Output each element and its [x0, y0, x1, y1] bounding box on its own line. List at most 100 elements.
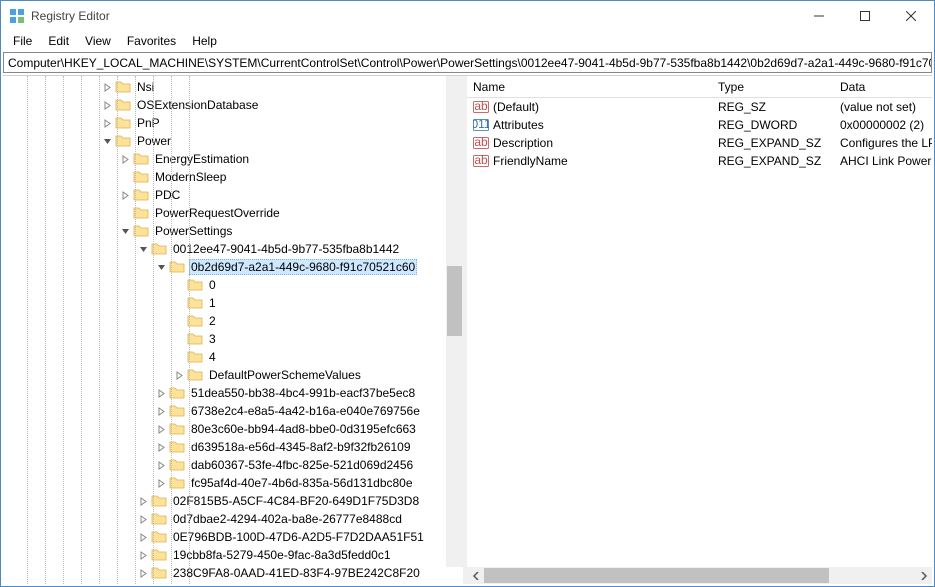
- tree-label: EnergyEstimation: [153, 152, 251, 166]
- tree-label: 6738e2c4-e8a5-4a42-b16a-e040e769756e: [189, 404, 422, 418]
- chevron-right-icon[interactable]: [117, 191, 133, 200]
- chevron-right-icon[interactable]: [135, 515, 151, 524]
- tree-row[interactable]: fc95af4d-40e7-4b6d-835a-56d131dbc80e: [3, 474, 463, 492]
- values-hscroll[interactable]: [467, 567, 932, 584]
- chevron-right-icon[interactable]: [117, 155, 133, 164]
- maximize-button[interactable]: [842, 1, 888, 31]
- tree-row[interactable]: 0: [3, 276, 463, 294]
- chevron-right-icon[interactable]: [153, 389, 169, 398]
- chevron-right-icon[interactable]: [153, 443, 169, 452]
- value-type: REG_DWORD: [712, 118, 834, 132]
- chevron-down-icon[interactable]: [153, 263, 169, 272]
- tree-row[interactable]: 3: [3, 330, 463, 348]
- tree-row[interactable]: dab60367-53fe-4fbc-825e-521d069d2456: [3, 456, 463, 474]
- chevron-down-icon[interactable]: [99, 137, 115, 146]
- tree-label: PowerSettings: [153, 224, 234, 238]
- chevron-right-icon[interactable]: [99, 83, 115, 92]
- chevron-right-icon[interactable]: [99, 119, 115, 128]
- tree-scrollbar[interactable]: [446, 76, 463, 567]
- value-row[interactable]: abDescriptionREG_EXPAND_SZConfigures the…: [467, 134, 932, 152]
- svg-text:ab: ab: [474, 136, 488, 149]
- tree-row[interactable]: 2: [3, 312, 463, 330]
- tree-label: dab60367-53fe-4fbc-825e-521d069d2456: [189, 458, 415, 472]
- chevron-right-icon[interactable]: [153, 479, 169, 488]
- menu-bar: File Edit View Favorites Help: [1, 31, 934, 51]
- tree-row[interactable]: 4: [3, 348, 463, 366]
- tree-label: 0E796BDB-100D-47D6-A2D5-F7D2DAA51F51: [171, 530, 426, 544]
- tree-row[interactable]: 51dea550-bb38-4bc4-991b-eacf37be5ec8: [3, 384, 463, 402]
- tree-row[interactable]: 80e3c60e-bb94-4ad8-bbe0-0d3195efc663: [3, 420, 463, 438]
- col-type[interactable]: Type: [712, 76, 834, 97]
- tree-row[interactable]: 238C9FA8-0AAD-41ED-83F4-97BE242C8F20: [3, 564, 463, 582]
- tree-row[interactable]: PnP: [3, 114, 463, 132]
- col-data[interactable]: Data: [834, 76, 932, 97]
- hscroll-right[interactable]: [915, 567, 932, 584]
- chevron-right-icon[interactable]: [153, 461, 169, 470]
- chevron-right-icon[interactable]: [135, 569, 151, 578]
- tree-row[interactable]: OSExtensionDatabase: [3, 96, 463, 114]
- tree-row[interactable]: PDC: [3, 186, 463, 204]
- tree-label: 1: [207, 296, 218, 310]
- chevron-right-icon[interactable]: [99, 101, 115, 110]
- col-name[interactable]: Name: [467, 76, 712, 97]
- tree-row[interactable]: d639518a-e56d-4345-8af2-b9f32fb26109: [3, 438, 463, 456]
- tree-label: 0b2d69d7-a2a1-449c-9680-f91c70521c60: [189, 259, 417, 275]
- tree-label: Power: [135, 134, 173, 148]
- value-row[interactable]: abFriendlyNameREG_EXPAND_SZAHCI Link Pow…: [467, 152, 932, 170]
- hscroll-thumb[interactable]: [484, 568, 829, 583]
- window-title: Registry Editor: [31, 9, 110, 23]
- tree-row[interactable]: Power: [3, 132, 463, 150]
- registry-tree[interactable]: NsiOSExtensionDatabasePnP Power EnergyEsti…: [3, 76, 463, 584]
- address-path: Computer\HKEY_LOCAL_MACHINE\SYSTEM\Curre…: [8, 56, 932, 70]
- tree-row[interactable]: 02F815B5-A5CF-4C84-BF20-649D1F75D3D8: [3, 492, 463, 510]
- tree-row[interactable]: 0E796BDB-100D-47D6-A2D5-F7D2DAA51F51: [3, 528, 463, 546]
- tree-label: 4: [207, 350, 218, 364]
- minimize-button[interactable]: [796, 1, 842, 31]
- tree-label: 0d7dbae2-4294-402a-ba8e-26777e8488cd: [171, 512, 404, 526]
- value-row[interactable]: ab(Default)REG_SZ(value not set): [467, 98, 932, 116]
- close-button[interactable]: [888, 1, 934, 31]
- menu-favorites[interactable]: Favorites: [119, 32, 184, 50]
- tree-row[interactable]: ModernSleep: [3, 168, 463, 186]
- reg-string-icon: ab: [473, 100, 489, 114]
- tree-row[interactable]: PowerSettings: [3, 222, 463, 240]
- value-row[interactable]: 011AttributesREG_DWORD0x00000002 (2): [467, 116, 932, 134]
- tree-row[interactable]: 0012ee47-9041-4b5d-9b77-535fba8b1442: [3, 240, 463, 258]
- title-bar: Registry Editor: [1, 1, 934, 31]
- menu-file[interactable]: File: [5, 32, 40, 50]
- tree-row[interactable]: DefaultPowerSchemeValues: [3, 366, 463, 384]
- main-panel: NsiOSExtensionDatabasePnP Power EnergyEsti…: [3, 75, 932, 584]
- chevron-right-icon[interactable]: [135, 533, 151, 542]
- menu-view[interactable]: View: [77, 32, 119, 50]
- tree-row[interactable]: 0b2d69d7-a2a1-449c-9680-f91c70521c60: [3, 258, 463, 276]
- chevron-right-icon[interactable]: [135, 551, 151, 560]
- tree-row[interactable]: EnergyEstimation: [3, 150, 463, 168]
- menu-help[interactable]: Help: [184, 32, 225, 50]
- tree-row[interactable]: 0d7dbae2-4294-402a-ba8e-26777e8488cd: [3, 510, 463, 528]
- chevron-down-icon[interactable]: [117, 227, 133, 236]
- value-name: FriendlyName: [493, 154, 568, 168]
- app-icon: [9, 8, 25, 24]
- value-type: REG_EXPAND_SZ: [712, 154, 834, 168]
- tree-label: 0012ee47-9041-4b5d-9b77-535fba8b1442: [171, 242, 401, 256]
- tree-row[interactable]: 19cbb8fa-5279-450e-9fac-8a3d5fedd0c1: [3, 546, 463, 564]
- tree-label: fc95af4d-40e7-4b6d-835a-56d131dbc80e: [189, 476, 415, 490]
- menu-edit[interactable]: Edit: [40, 32, 77, 50]
- tree-label: 02F815B5-A5CF-4C84-BF20-649D1F75D3D8: [171, 494, 421, 508]
- tree-label: 19cbb8fa-5279-450e-9fac-8a3d5fedd0c1: [171, 548, 393, 562]
- tree-row[interactable]: 1: [3, 294, 463, 312]
- tree-row[interactable]: PowerRequestOverride: [3, 204, 463, 222]
- tree-row[interactable]: Nsi: [3, 78, 463, 96]
- address-bar[interactable]: Computer\HKEY_LOCAL_MACHINE\SYSTEM\Curre…: [3, 52, 932, 73]
- chevron-down-icon[interactable]: [135, 245, 151, 254]
- chevron-right-icon[interactable]: [171, 371, 187, 380]
- chevron-right-icon[interactable]: [153, 425, 169, 434]
- reg-string-icon: ab: [473, 154, 489, 168]
- tree-row[interactable]: 6738e2c4-e8a5-4a42-b16a-e040e769756e: [3, 402, 463, 420]
- hscroll-left[interactable]: [467, 567, 484, 584]
- tree-label: 80e3c60e-bb94-4ad8-bbe0-0d3195efc663: [189, 422, 418, 436]
- tree-scroll-thumb[interactable]: [447, 266, 462, 336]
- chevron-right-icon[interactable]: [153, 407, 169, 416]
- chevron-right-icon[interactable]: [135, 497, 151, 506]
- values-list[interactable]: ab(Default)REG_SZ(value not set)011Attri…: [467, 98, 932, 170]
